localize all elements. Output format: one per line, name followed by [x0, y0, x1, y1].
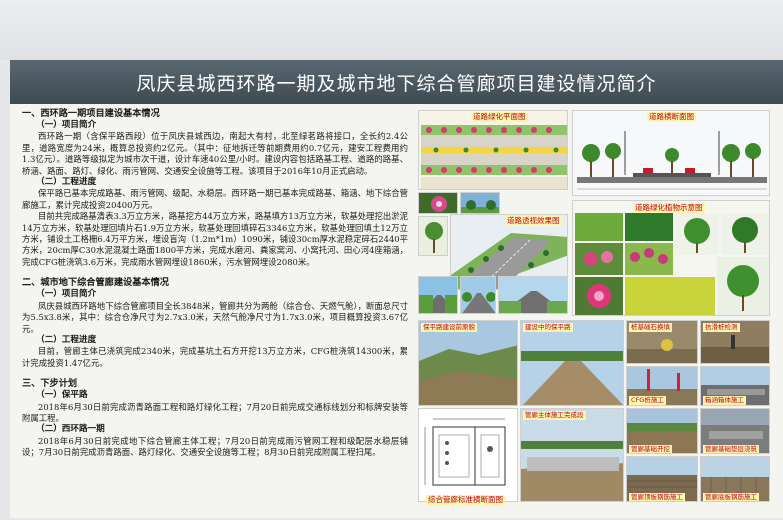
section2-sub1: （一）项目简介	[36, 289, 97, 300]
base-rebar-label: 管廊底板钢筋施工	[703, 493, 759, 501]
corridor-body-label: 管廊主体施工完成段	[523, 411, 586, 420]
plant-tree-3	[717, 257, 769, 315]
section1-sub2: （二）工程进度	[36, 177, 97, 188]
base-rebar-photo: 管廊底板钢筋施工	[700, 456, 770, 502]
plant-hedge	[625, 243, 673, 275]
section3-p1: 2018年6月30日前完成沥青路面工程和路灯绿化工程；7月20日前完成交通标线划…	[22, 401, 408, 423]
corridor-box-label: 管廊基础垫层浇筑	[703, 445, 759, 453]
flower-photo-1	[418, 192, 458, 214]
road-plan-label: 道路绿化平面图	[471, 112, 528, 122]
road-photo-b	[460, 276, 496, 314]
pile-ground-label: 桩基础石换填	[629, 323, 672, 332]
corridor-build-photo: 抗滑桩检测	[700, 320, 770, 364]
road-section-drawing	[577, 131, 767, 190]
corridor-foundation-label: 管廊基础开挖	[629, 445, 672, 453]
plant-tree-2	[721, 213, 769, 255]
page-title: 凤庆县城西环路一期及城市地下综合管廊项目建设情况简介	[136, 72, 657, 95]
section3-heading: 三、下步计划	[22, 378, 78, 390]
baoping-building-label: 建设中的保平路	[523, 323, 573, 332]
plant-rose	[575, 277, 623, 315]
corridor-build-label: 抗滑桩检测	[703, 323, 740, 332]
corridor-box-photo: 管廊基础垫层浇筑	[700, 408, 770, 454]
baoping-before-label: 保平路建设前原貌	[421, 323, 477, 332]
road-plan-drawing	[421, 125, 567, 189]
box-culvert-label: 箱涵箱体施工	[703, 396, 746, 405]
plants-label: 道路绿化植物示意图	[633, 203, 705, 213]
cross-section-panel	[418, 408, 518, 502]
text-column: 一、西环路一期项目建设基本情况 （一）项目简介 西环路一期（含保平路西段）位于凤…	[22, 108, 408, 516]
road-section-label: 道路横断面图	[647, 112, 696, 122]
plant-yellow-shrub	[625, 277, 715, 315]
road-photo-c	[498, 276, 568, 314]
cfg-photo: CFG桩施工	[626, 366, 698, 406]
corridor-body-photo: 管廊主体施工完成段	[520, 408, 624, 502]
section1-p3: 目前共完成路基清表3.3万立方米，路基挖方44万立方米，路基填方13万立方米，软…	[22, 211, 408, 267]
plant-tree	[675, 213, 719, 255]
road-section-panel: 道路横断面图	[572, 110, 770, 196]
rebar-tie-label: 管廊顶板钢筋施工	[629, 493, 685, 501]
baoping-building-photo: 建设中的保平路	[520, 320, 624, 406]
pile-ground-photo: 桩基础石换填	[626, 320, 698, 364]
box-culvert-photo: 箱涵箱体施工	[700, 366, 770, 406]
street-photo-1	[460, 192, 500, 214]
section1-heading: 一、西环路一期项目建设基本情况	[22, 108, 160, 119]
cross-section-drawing	[424, 418, 506, 486]
plant-shrub	[625, 213, 673, 241]
rebar-tie-photo: 管廊顶板钢筋施工	[626, 456, 698, 502]
section3-sub2: （二）西环路一期	[36, 424, 105, 435]
perspective-label: 道路透视效果图	[505, 216, 562, 226]
section2-p1: 凤庆县城西环路地下综合管廊项目全长3848米，管廊共分为两舱（综合仓、天燃气舱）…	[22, 300, 408, 334]
title-bar: 凤庆县城西环路一期及城市地下综合管廊项目建设情况简介	[10, 60, 783, 104]
cross-section-label: 综合管廊标准横断面图	[426, 495, 505, 505]
section3-sub1: （一）保平路	[36, 390, 88, 401]
section2-p2: 目前，管廊主体已浇筑完成2340米，完成基坑土石方开挖13万立方米，CFG桩浇筑…	[22, 346, 408, 368]
plants-panel: 道路绿化植物示意图	[572, 200, 770, 316]
top-strip	[0, 0, 783, 60]
tree-photo-1	[418, 216, 448, 256]
section1-p1: 西环路一期（含保平路西段）位于凤庆县城西边，南起大有村，北至绿茗路将接口，全长约…	[22, 131, 408, 176]
plant-flower-pink	[575, 243, 623, 275]
road-photo-a	[418, 276, 458, 314]
baoping-before-photo: 保平路建设前原貌	[418, 320, 518, 406]
section2-heading: 二、城市地下综合管廊建设基本情况	[22, 277, 169, 289]
road-plan-panel: 道路绿化平面图	[418, 110, 568, 190]
section2-sub2: （二）工程进度	[36, 334, 97, 345]
section3-p2: 2018年6月30日前完成地下综合管廊主体工程；7月20日前完成雨污管网工程和级…	[22, 435, 408, 458]
section1-p2: 保平路已基本完成路基、雨污管网、级配、水稳层。西环路一期已基本完成路基、箱涵、地…	[22, 188, 408, 210]
corridor-foundation-photo: 管廊基础开挖	[626, 408, 698, 454]
plant-lawn	[575, 213, 623, 241]
section1-sub1: （一）项目简介	[36, 120, 97, 130]
cfg-label: CFG桩施工	[629, 396, 666, 405]
